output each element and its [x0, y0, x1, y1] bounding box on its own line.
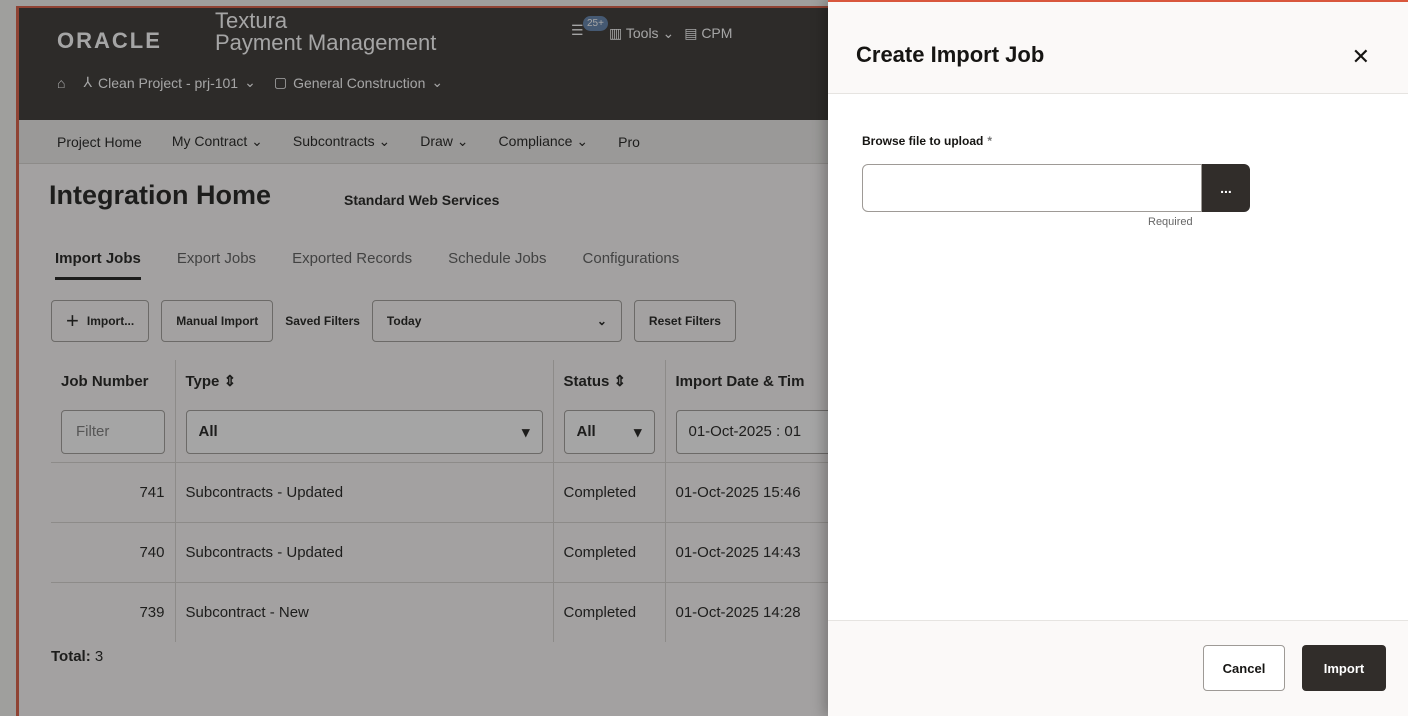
drawer-title: Create Import Job [856, 42, 1045, 67]
create-import-job-drawer: Create Import Job ✕ Browse file to uploa… [828, 0, 1408, 716]
required-star: * [987, 134, 993, 148]
required-hint: Required [1148, 216, 1193, 228]
app-window: ORACLE Textura Payment Management ☰ 25+ ▥… [0, 0, 1408, 716]
close-icon[interactable]: ✕ [1352, 44, 1370, 70]
drawer-body: Browse file to upload * ... Required [828, 94, 1408, 620]
browse-file-label: Browse file to upload * [862, 134, 992, 148]
browse-button[interactable]: ... [1202, 164, 1250, 212]
drawer-footer: Cancel Import [828, 620, 1408, 716]
import-submit-button[interactable]: Import [1302, 645, 1386, 691]
browse-file-label-text: Browse file to upload [862, 134, 984, 148]
file-path-input[interactable] [862, 164, 1202, 212]
drawer-header: Create Import Job ✕ [828, 2, 1408, 94]
cancel-button[interactable]: Cancel [1203, 645, 1285, 691]
